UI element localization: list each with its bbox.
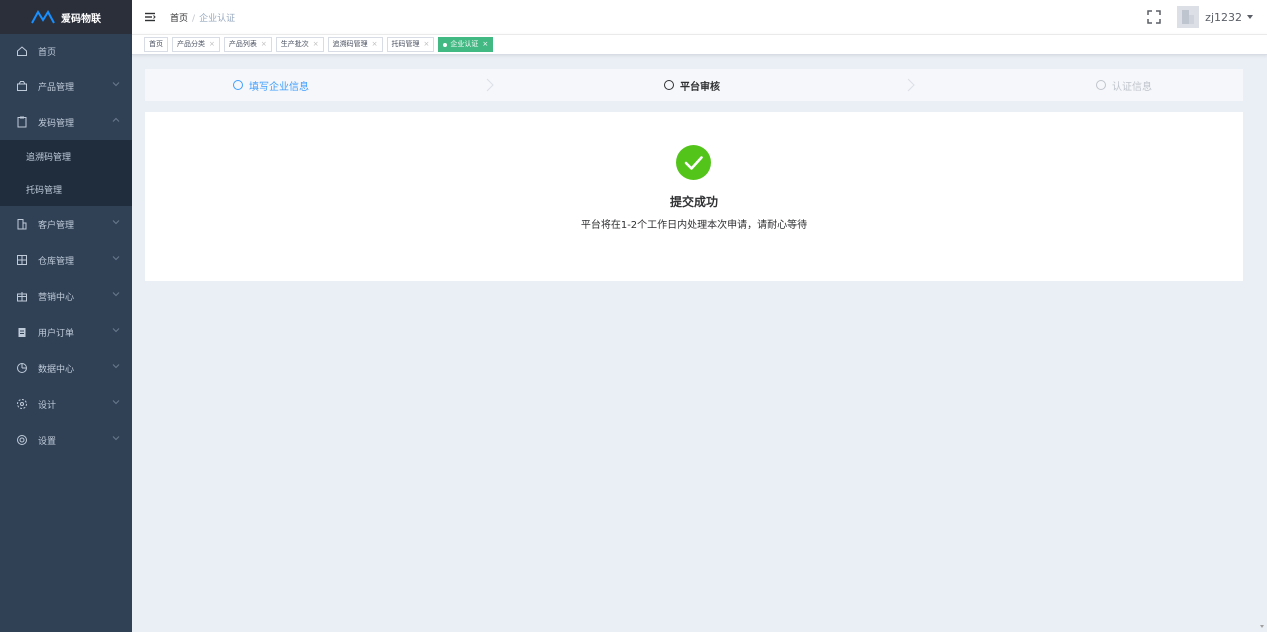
- sidebar-item-label: 设计: [38, 400, 57, 411]
- building-avatar-icon: [1182, 10, 1195, 24]
- sidebar-item-design[interactable]: 设计: [0, 386, 132, 422]
- close-icon[interactable]: ×: [482, 37, 488, 52]
- sidebar-item-label: 设置: [38, 436, 57, 447]
- tag-label: 企业认证: [450, 40, 479, 48]
- step-label: 认证信息: [1112, 81, 1152, 93]
- step-circle-icon: [1096, 80, 1106, 90]
- step-platform-review: 平台审核: [664, 69, 720, 101]
- sidebar-subitem-label: 托码管理: [26, 186, 63, 196]
- tag-label: 托码管理: [391, 40, 420, 48]
- chevron-down-icon: [112, 82, 120, 87]
- chevron-down-icon: [112, 328, 120, 333]
- close-icon[interactable]: ×: [313, 37, 319, 52]
- chevron-right-icon: [486, 78, 494, 92]
- sidebar-item-label: 营销中心: [38, 292, 75, 303]
- steps-bar: 填写企业信息 平台审核 认证信息: [145, 69, 1243, 101]
- chevron-down-icon: [112, 364, 120, 369]
- logo-icon: [31, 10, 55, 24]
- step-circle-icon: [233, 80, 243, 90]
- sidebar-item-label: 产品管理: [38, 82, 75, 93]
- navbar: 首页 / 企业认证 zj1232: [132, 0, 1267, 34]
- clipboard-icon: [16, 116, 28, 128]
- step-circle-icon: [664, 80, 674, 90]
- tag-production-batch[interactable]: 生产批次 ×: [275, 37, 324, 52]
- sidebar-item-orders[interactable]: 用户订单: [0, 314, 132, 350]
- result-card: 提交成功 平台将在1-2个工作日内处理本次申请，请耐心等待: [145, 112, 1243, 281]
- sidebar-item-products[interactable]: 产品管理: [0, 68, 132, 104]
- result-title: 提交成功: [669, 195, 718, 209]
- hamburger-icon[interactable]: [144, 11, 156, 23]
- step-label: 填写企业信息: [249, 81, 309, 93]
- sidebar-item-label: 仓库管理: [38, 256, 75, 267]
- active-dot-icon: [443, 42, 448, 47]
- sidebar-item-settings[interactable]: 设置: [0, 422, 132, 458]
- sidebar-subitem-trace-codes[interactable]: 追溯码管理: [0, 140, 132, 173]
- tag-label: 生产批次: [280, 40, 309, 48]
- gift-icon: [16, 290, 28, 302]
- step-label: 平台审核: [680, 81, 720, 93]
- avatar[interactable]: [1177, 6, 1200, 28]
- chevron-down-icon: [112, 292, 120, 297]
- close-icon[interactable]: ×: [261, 37, 267, 52]
- user-area: zj1232: [1147, 0, 1253, 34]
- grid-icon: [16, 254, 28, 266]
- close-icon[interactable]: ×: [424, 37, 430, 52]
- step-fill-info: 填写企业信息: [233, 69, 309, 101]
- step-auth-info: 认证信息: [1096, 69, 1152, 101]
- sidebar-item-marketing[interactable]: 营销中心: [0, 278, 132, 314]
- sidebar-item-home[interactable]: 首页: [0, 34, 132, 68]
- pie-icon: [16, 362, 28, 374]
- sidebar-item-label: 数据中心: [38, 364, 75, 375]
- chevron-right-icon: [907, 78, 915, 92]
- username[interactable]: zj1232: [1205, 11, 1242, 24]
- sidebar-item-label: 用户订单: [38, 328, 75, 339]
- chevron-down-icon: [112, 256, 120, 261]
- sidebar: 爱码物联 首页 产品管理 发码管理 追溯码管理 托码管理 客户管理 仓库管理 营…: [0, 0, 132, 632]
- sidebar-item-label: 首页: [38, 47, 57, 58]
- box-icon: [16, 80, 28, 92]
- tags-view: 首页 产品分类 × 产品列表 × 生产批次 × 追溯码管理 × 托码管理 × 企业认证 ×: [132, 34, 1267, 55]
- breadcrumb: 首页 / 企业认证: [170, 11, 235, 24]
- chevron-down-icon: [112, 400, 120, 405]
- sidebar-subitem-label: 追溯码管理: [26, 153, 72, 163]
- sidebar-item-code-issuing[interactable]: 发码管理: [0, 104, 132, 140]
- building-icon: [16, 218, 28, 230]
- close-icon[interactable]: ×: [372, 37, 378, 52]
- caret-down-icon[interactable]: [1247, 15, 1253, 19]
- chevron-down-icon: [112, 220, 120, 225]
- result-subtitle: 平台将在1-2个工作日内处理本次申请，请耐心等待: [580, 220, 808, 231]
- breadcrumb-home[interactable]: 首页: [170, 14, 188, 24]
- sidebar-subitem-pallet-codes[interactable]: 托码管理: [0, 173, 132, 206]
- tag-product-category[interactable]: 产品分类 ×: [172, 37, 220, 52]
- chevron-down-icon: [112, 436, 120, 441]
- tag-label: 产品列表: [228, 40, 257, 48]
- tag-pallet-codes[interactable]: 托码管理 ×: [386, 37, 435, 52]
- tag-enterprise-auth[interactable]: 企业认证 ×: [438, 37, 494, 52]
- list-icon: [16, 326, 28, 338]
- scroll-down-arrow-icon[interactable]: [1260, 625, 1264, 628]
- sidebar-item-label: 发码管理: [38, 118, 75, 129]
- sidebar-item-label: 客户管理: [38, 220, 75, 231]
- tag-label: 产品分类: [177, 40, 205, 48]
- breadcrumb-current: 企业认证: [199, 13, 236, 24]
- tag-label: 追溯码管理: [332, 40, 368, 48]
- chevron-up-icon: [112, 117, 120, 122]
- gear-icon: [16, 434, 28, 446]
- tag-product-list[interactable]: 产品列表 ×: [223, 37, 272, 52]
- sidebar-item-warehouse[interactable]: 仓库管理: [0, 242, 132, 278]
- home-icon: [16, 45, 28, 57]
- breadcrumb-separator: /: [192, 13, 196, 24]
- tag-home[interactable]: 首页: [144, 37, 168, 52]
- tag-label: 首页: [149, 40, 163, 48]
- close-icon[interactable]: ×: [209, 37, 215, 52]
- submenu-code-issuing: 追溯码管理 托码管理: [0, 140, 132, 206]
- sidebar-item-customers[interactable]: 客户管理: [0, 206, 132, 242]
- logo-text: 爱码物联: [61, 13, 101, 25]
- sidebar-item-data-center[interactable]: 数据中心: [0, 350, 132, 386]
- fullscreen-icon[interactable]: [1147, 10, 1161, 24]
- flower-icon: [16, 398, 28, 410]
- tag-trace-codes[interactable]: 追溯码管理 ×: [327, 37, 383, 52]
- app-logo[interactable]: 爱码物联: [0, 0, 132, 34]
- success-check-icon: [676, 145, 711, 180]
